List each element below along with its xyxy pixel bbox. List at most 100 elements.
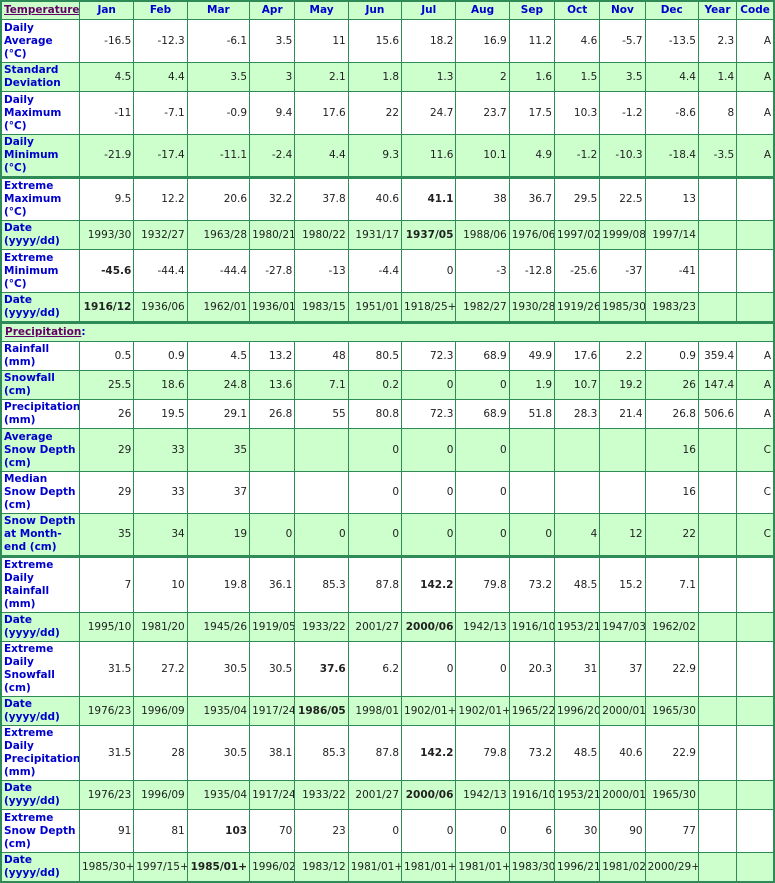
value-cell: 20.6 (186, 176, 251, 221)
value-cell: -6.1 (186, 19, 251, 63)
value-cell: 21.4 (599, 399, 646, 429)
value-cell: 26.8 (644, 399, 699, 429)
code-cell: A (736, 399, 775, 429)
table-row: Average Snow Depth (cm) 29 33 35 0 0 0 16 C (0, 428, 775, 472)
table-row: Precipitation (mm) 26 19.5 29.1 26.8 55 80.8 72… (0, 399, 775, 429)
value-cell: 1962/01 (186, 292, 251, 323)
value-cell: 1931/17 (347, 220, 403, 250)
value-cell (599, 471, 646, 514)
code-cell: C (736, 428, 775, 472)
value-cell: 73.2 (508, 555, 556, 613)
value-cell: 1993/30 (78, 220, 135, 250)
value-cell: 11.6 (401, 134, 457, 178)
code-cell (736, 555, 775, 613)
header-row: Temperature: Jan Feb Mar Apr May Jun Jul… (0, 0, 775, 20)
value-cell: 1997/15+ (133, 852, 188, 883)
value-cell: 1998/01 (347, 696, 403, 726)
value-cell: 10.3 (554, 91, 601, 135)
value-cell: 1983/23 (644, 292, 699, 323)
value-cell: -1.2 (599, 91, 646, 135)
value-cell: 17.5 (508, 91, 556, 135)
value-cell: 1942/13 (455, 612, 510, 642)
value-cell: 17.6 (554, 341, 601, 371)
value-cell: 24.8 (186, 370, 251, 400)
table-row: Extreme Maximum (°C) 9.5 12.2 20.6 32.2 37.8 4… (0, 176, 775, 221)
value-cell: 1916/10 (508, 780, 556, 810)
row-label: Date (yyyy/dd) (0, 292, 80, 323)
year-cell (697, 852, 738, 883)
code-cell: A (736, 134, 775, 178)
value-cell: 0 (455, 370, 510, 400)
row-label: Extreme Daily Rainfall (mm) (0, 555, 80, 613)
year-cell (697, 780, 738, 810)
value-cell: -12.8 (508, 249, 556, 293)
value-cell: 16 (644, 471, 699, 514)
value-cell: 1935/04 (186, 696, 251, 726)
value-cell: 9.4 (249, 91, 296, 135)
value-cell: 1985/30+ (78, 852, 135, 883)
value-cell: 19 (186, 513, 251, 557)
value-cell: 1981/01+ (401, 852, 457, 883)
value-cell: 31.5 (78, 641, 135, 697)
row-label: Extreme Snow Depth (cm) (0, 809, 80, 853)
value-cell: 1917/24 (249, 696, 296, 726)
value-cell: 1983/15 (294, 292, 349, 323)
value-cell: 20.3 (508, 641, 556, 697)
value-cell: 29 (78, 471, 135, 514)
table-row: Daily Minimum (°C) -21.9 -17.4 -11.1 -2.4 4.4… (0, 134, 775, 178)
value-cell: 1917/24 (249, 780, 296, 810)
year-cell (697, 220, 738, 250)
value-cell: 1936/06 (133, 292, 188, 323)
value-cell: -44.4 (186, 249, 251, 293)
value-cell (508, 428, 556, 472)
table-row: Date (yyyy/dd) 1976/23 1996/09 1935/04 1917/… (0, 780, 775, 810)
value-cell: 23 (294, 809, 349, 853)
month-header: Jun (347, 0, 403, 20)
temperature-rows: Daily Average (°C) -16.5 -12.3 -6.1 3.5 11 15.… (0, 19, 775, 323)
value-cell: 16.9 (455, 19, 510, 63)
value-cell: 80.5 (347, 341, 403, 371)
month-header: May (294, 0, 349, 20)
value-cell: 0 (401, 641, 457, 697)
value-cell: 0 (401, 428, 457, 472)
code-cell (736, 852, 775, 883)
value-cell (599, 428, 646, 472)
value-cell: -21.9 (78, 134, 135, 178)
code-cell: A (736, 62, 775, 92)
value-cell: 142.2 (401, 725, 457, 781)
value-cell: 1996/20 (554, 696, 601, 726)
value-cell: -37 (599, 249, 646, 293)
month-header: Jul (401, 0, 457, 20)
value-cell: 10.1 (455, 134, 510, 178)
value-cell: 37.8 (294, 176, 349, 221)
value-cell: 0 (401, 471, 457, 514)
value-cell: 0 (347, 809, 403, 853)
code-cell (736, 641, 775, 697)
value-cell: 87.8 (347, 555, 403, 613)
value-cell: 2 (455, 62, 510, 92)
value-cell: 18.2 (401, 19, 457, 63)
temperature-link[interactable]: Temperature (4, 4, 79, 16)
table-row: Date (yyyy/dd) 1976/23 1996/09 1935/04 1917/… (0, 696, 775, 726)
value-cell: 7.1 (294, 370, 349, 400)
value-cell: 91 (78, 809, 135, 853)
value-cell: -41 (644, 249, 699, 293)
value-cell: 35 (186, 428, 251, 472)
table-row: Extreme Daily Rainfall (mm) 7 10 19.8 36.1 85… (0, 555, 775, 613)
code-cell: A (736, 19, 775, 63)
precipitation-section-header: Precipitation: (0, 321, 775, 342)
row-label: Snow Depth at Month-end (cm) (0, 513, 80, 557)
table-row: Extreme Daily Precipitation (mm) 31.5 28 30… (0, 725, 775, 781)
value-cell (508, 471, 556, 514)
value-cell: 1980/22 (294, 220, 349, 250)
value-cell: 22 (644, 513, 699, 557)
value-cell: 29.5 (554, 176, 601, 221)
year-cell (697, 249, 738, 293)
month-header: Oct (554, 0, 601, 20)
value-cell: 85.3 (294, 725, 349, 781)
precipitation-link[interactable]: Precipitation (5, 326, 81, 338)
value-cell: 7.1 (644, 555, 699, 613)
table-row: Median Snow Depth (cm) 29 33 37 0 0 0 16 C (0, 471, 775, 514)
value-cell: 0 (455, 428, 510, 472)
row-label: Date (yyyy/dd) (0, 612, 80, 642)
